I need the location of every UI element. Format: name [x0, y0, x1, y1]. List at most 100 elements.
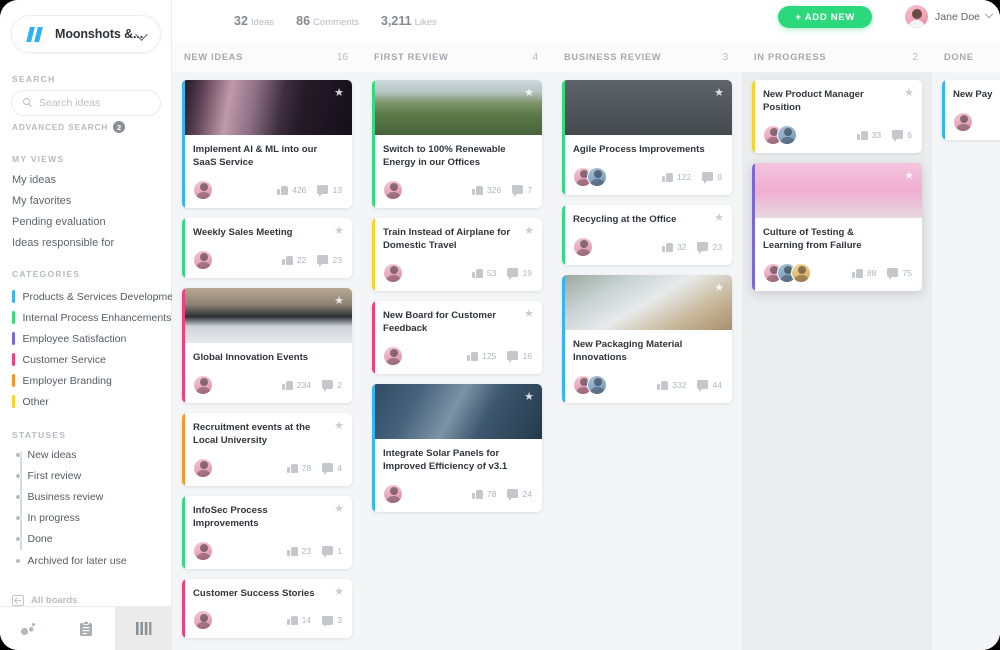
idea-card[interactable]: ★ Switch to 100% Renewable Energy in our …: [372, 80, 542, 208]
sidebar-item-ideas-responsible-for[interactable]: Ideas responsible for: [12, 237, 114, 249]
sidebar-status-in-progress[interactable]: In progress: [12, 512, 80, 524]
search-input[interactable]: [39, 97, 149, 109]
idea-card[interactable]: ★ Recruitment events at the Local Univers…: [182, 412, 352, 486]
sidebar-category-internal-process-enhancements[interactable]: Internal Process Enhancements: [12, 311, 171, 324]
status-dot-icon: [14, 515, 21, 521]
idea-card[interactable]: ★ Recycling at the Office 32 23: [562, 204, 732, 265]
column-count: 4: [532, 51, 538, 63]
favorite-star-icon[interactable]: ★: [714, 212, 724, 224]
idea-card[interactable]: ★ Agile Process Improvements 122 9: [562, 80, 732, 195]
column-title: BUSINESS REVIEW: [564, 52, 662, 62]
idea-card[interactable]: ★ New Board for Customer Feedback 125 16: [372, 300, 542, 374]
favorite-star-icon[interactable]: ★: [714, 88, 724, 99]
stat-label: Ideas: [250, 17, 275, 28]
favorite-star-icon[interactable]: ★: [904, 88, 914, 99]
sidebar-bottom-nav: [0, 606, 172, 650]
sidebar-category-employer-branding[interactable]: Employer Branding: [12, 374, 112, 387]
user-menu[interactable]: Jane Doe: [905, 5, 994, 28]
status-dot-icon: [14, 473, 21, 479]
card-metrics: 78 24: [461, 488, 532, 501]
idea-card[interactable]: ★ Integrate Solar Panels for Improved Eff…: [372, 383, 542, 512]
idea-card[interactable]: ★ Customer Success Stories 14 3: [182, 578, 352, 639]
sidebar-status-first-review[interactable]: First review: [12, 470, 81, 482]
thumbs-up-icon: [286, 462, 298, 473]
card-avatars: [193, 179, 213, 200]
sidebar-item-my-ideas[interactable]: My ideas: [12, 174, 56, 186]
comments-count: 24: [522, 488, 532, 499]
card-image: ★: [562, 274, 732, 330]
card-title: Customer Success Stories: [193, 587, 315, 599]
search-input-wrapper[interactable]: [11, 90, 161, 116]
status-label: First review: [27, 470, 82, 482]
add-new-button[interactable]: + ADD NEW: [778, 6, 872, 28]
sidebar-category-employee-satisfaction[interactable]: Employee Satisfaction: [12, 332, 126, 345]
list-view-icon: [79, 620, 92, 636]
idea-card[interactable]: ★ New Packaging Material Innovations 332 44: [562, 274, 732, 403]
idea-card[interactable]: ★ Train Instead of Airplane for Domestic …: [372, 217, 542, 291]
favorite-star-icon[interactable]: ★: [334, 420, 344, 432]
card-metrics: 53 19: [461, 267, 532, 280]
card-category-accent: [182, 495, 185, 569]
sidebar-status-done[interactable]: Done: [12, 533, 53, 545]
avatar: [573, 236, 593, 257]
favorite-star-icon[interactable]: ★: [334, 88, 344, 99]
idea-card[interactable]: ★ Implement AI & ML into our SaaS Service…: [182, 80, 352, 208]
column-cards: ★ Switch to 100% Renewable Energy in our …: [362, 72, 552, 650]
idea-card[interactable]: ★ Culture of Testing & Learning from Fail…: [752, 162, 922, 291]
favorite-star-icon[interactable]: ★: [524, 391, 534, 403]
favorite-star-icon[interactable]: ★: [334, 586, 344, 598]
sidebar-category-other[interactable]: Other: [12, 395, 49, 408]
card-comments: 2: [322, 380, 342, 392]
card-image: ★: [182, 287, 352, 343]
card-title: Train Instead of Airplane for Domestic T…: [383, 226, 511, 251]
idea-card[interactable]: ★ InfoSec Process Improvements 23 1: [182, 495, 352, 569]
card-title: New Board for Customer Feedback: [383, 309, 497, 334]
card-body: ★ Train Instead of Airplane for Domestic …: [372, 218, 542, 291]
sidebar-status-business-review[interactable]: Business review: [12, 491, 103, 503]
card-title: Implement AI & ML into our SaaS Service: [193, 144, 318, 168]
card-title: Recycling at the Office: [573, 213, 677, 225]
sidebar-status-archived-for-later-use[interactable]: Archived for later use: [12, 555, 127, 567]
card-comments: 23: [317, 255, 342, 267]
nav-list-view-button[interactable]: [57, 607, 114, 650]
comment-icon: [697, 242, 709, 254]
comments-count: 9: [717, 171, 722, 182]
card-body: Integrate Solar Panels for Improved Effi…: [372, 439, 542, 512]
card-avatars: [193, 457, 213, 478]
favorite-star-icon[interactable]: ★: [524, 225, 534, 237]
favorite-star-icon[interactable]: ★: [334, 225, 344, 237]
nav-insights-button[interactable]: [0, 607, 57, 650]
sidebar-category-products-services-development[interactable]: Products & Services Development: [12, 290, 182, 303]
card-avatars: [953, 111, 973, 132]
thumbs-up-icon: [856, 129, 868, 140]
sidebar-item-pending-evaluation[interactable]: Pending evaluation: [12, 216, 106, 228]
board-switcher[interactable]: Moonshots &...: [11, 15, 161, 53]
nav-board-view-button[interactable]: [114, 607, 172, 650]
all-boards-link[interactable]: All boards: [12, 595, 77, 606]
favorite-star-icon[interactable]: ★: [904, 170, 914, 182]
favorite-star-icon[interactable]: ★: [524, 308, 534, 320]
board-column: NEW IDEAS 16 ★ Implement AI & ML into our S…: [172, 42, 362, 650]
favorite-star-icon[interactable]: ★: [334, 295, 344, 307]
comments-count: 23: [712, 241, 722, 252]
card-category-accent: [372, 383, 375, 512]
favorite-star-icon[interactable]: ★: [334, 503, 344, 515]
likes-count: 78: [301, 462, 312, 473]
card-body: ★ Customer Success Stories 14 3: [182, 579, 352, 639]
card-avatars: [383, 483, 403, 504]
sidebar-status-new-ideas[interactable]: New ideas: [12, 449, 77, 461]
idea-card[interactable]: ★ Weekly Sales Meeting 22 23: [182, 217, 352, 278]
card-avatars: [573, 374, 607, 395]
favorite-star-icon[interactable]: ★: [524, 88, 534, 99]
advanced-search-link[interactable]: ADVANCED SEARCH 2: [12, 121, 126, 133]
idea-card[interactable]: ★ Global Innovation Events 234 2: [182, 287, 352, 403]
sidebar-category-customer-service[interactable]: Customer Service: [12, 353, 106, 366]
card-likes: 23: [286, 545, 311, 556]
sidebar-item-my-favorites[interactable]: My favorites: [12, 195, 71, 207]
advanced-search-count-badge: 2: [113, 121, 126, 133]
idea-card[interactable]: ★New Pay: [942, 80, 1000, 140]
idea-card[interactable]: ★ New Product Manager Position 33 6: [752, 80, 922, 153]
card-comments: 19: [507, 268, 532, 280]
favorite-star-icon[interactable]: ★: [714, 282, 724, 294]
card-avatars: [763, 124, 797, 145]
